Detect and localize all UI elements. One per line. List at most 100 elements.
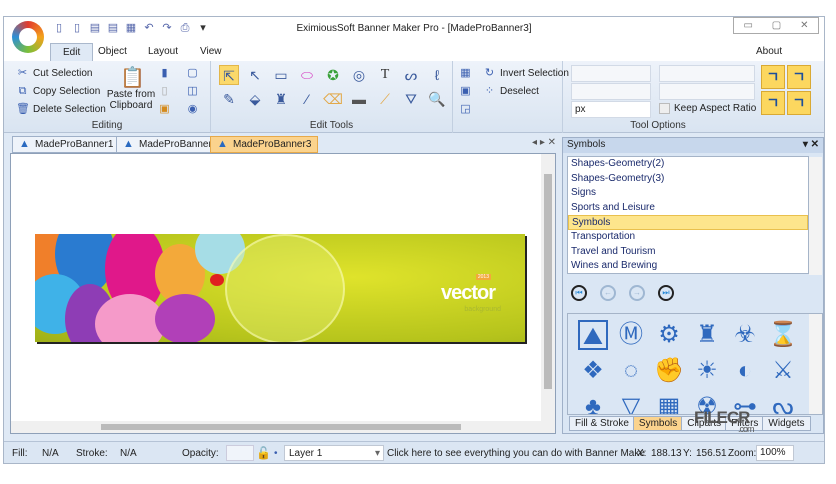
first-page-icon[interactable]: ⏮ <box>571 285 587 301</box>
align-bottom-right-icon[interactable]: ㄱ <box>787 91 811 115</box>
gradient-tool-icon[interactable]: ▬ <box>349 89 369 109</box>
maximize-button[interactable]: ▢ <box>772 18 781 33</box>
last-page-icon[interactable]: ⏭ <box>658 285 674 301</box>
symbol-sword-icon[interactable]: ⚔ <box>768 356 798 386</box>
select-same-icon[interactable]: ▣ <box>459 85 472 98</box>
star-tool-icon[interactable]: ✪ <box>323 65 343 85</box>
symbol-fist-icon[interactable]: ✊ <box>654 356 684 386</box>
tab-object[interactable]: Object <box>86 43 139 61</box>
select-options-icon[interactable]: ◲ <box>459 103 472 116</box>
tab-fill-stroke[interactable]: Fill & Stroke <box>569 416 635 431</box>
copy-selection-button[interactable]: ⧉ Copy Selection <box>16 85 101 98</box>
symbol-ball-icon[interactable]: ◐ <box>730 356 760 386</box>
ellipse-tool-icon[interactable]: ⬭ <box>297 65 317 85</box>
category-item[interactable]: Shapes-Geometry(2) <box>568 157 808 172</box>
connector-tool-icon[interactable]: ⛛ <box>401 89 421 109</box>
measure-tool-icon[interactable]: ⟋ <box>375 89 395 109</box>
canvas-area[interactable]: vector 2013 background <box>10 153 556 434</box>
symbol-glass-icon[interactable]: ▽ <box>616 392 646 414</box>
symbol-dotted-circle-icon[interactable]: ◌ <box>616 356 646 386</box>
camera-icon[interactable]: ◉ <box>186 103 199 116</box>
x-spinner[interactable] <box>659 65 755 82</box>
tab-symbols[interactable]: Symbols <box>632 416 684 431</box>
paint-bucket-icon[interactable]: ⬙ <box>245 89 265 109</box>
canvas-horizontal-scrollbar[interactable] <box>11 421 543 433</box>
spiral-tool-icon[interactable]: ◎ <box>349 65 369 85</box>
eraser-icon[interactable]: ⌫ <box>323 89 343 109</box>
layer-select[interactable]: Layer 1 ▾ <box>284 445 384 461</box>
paste-options-icon[interactable]: ▣ <box>158 103 171 116</box>
paste-special-icon[interactable]: ▮ <box>158 67 171 80</box>
tab-widgets[interactable]: Widgets <box>762 416 811 431</box>
doc-tabs-nav-close-icon[interactable]: ◂ ▸ ✕ <box>532 137 556 148</box>
lock-icon[interactable]: 🔓 <box>256 446 271 460</box>
category-list[interactable]: Shapes-Geometry(2) Shapes-Geometry(3) Si… <box>567 156 822 275</box>
panel-menu-close-icon[interactable]: ▾ ✕ <box>803 139 819 150</box>
paste-button[interactable]: 📋 Paste from Clipboard <box>106 67 156 111</box>
duplicate-icon[interactable]: ▢ <box>186 67 199 80</box>
width-spinner[interactable] <box>571 65 651 82</box>
scroll-thumb[interactable] <box>101 424 461 430</box>
symbol-hourglass-icon[interactable]: ⌛ <box>768 320 798 350</box>
about-link[interactable]: About <box>744 43 794 61</box>
select-tool-icon[interactable]: ⇱ <box>219 65 239 85</box>
clone-icon[interactable]: ◫ <box>186 85 199 98</box>
category-item-selected[interactable]: Symbols <box>568 215 808 230</box>
list-scrollbar[interactable] <box>809 157 822 275</box>
rectangle-tool-icon[interactable]: ▭ <box>271 65 291 85</box>
doc-tab-active[interactable]: ▲ MadeProBanner3 <box>210 136 319 153</box>
symbol-biohazard-icon[interactable]: ☣ <box>730 320 760 350</box>
symbol-sun-icon[interactable]: ☀ <box>692 356 722 386</box>
symbol-checker-icon[interactable]: ▦ <box>654 392 684 414</box>
symbol-swirl-icon[interactable]: ᔓ <box>768 392 798 414</box>
unit-select[interactable]: px <box>571 101 651 118</box>
align-top-left-icon[interactable]: ㄱ <box>761 65 785 89</box>
prev-page-icon[interactable]: ← <box>600 285 616 301</box>
next-page-icon[interactable]: → <box>629 285 645 301</box>
scroll-thumb[interactable] <box>544 174 552 389</box>
symbol-machine-icon[interactable]: ♜ <box>692 320 722 350</box>
dropper-icon[interactable]: ⁄ <box>297 89 317 109</box>
symbol-splash-icon[interactable]: ♣ <box>578 392 608 414</box>
y-spinner[interactable] <box>659 83 755 100</box>
calligraphy-tool-icon[interactable]: ℓ <box>427 65 447 85</box>
spray-tool-icon[interactable]: ♜ <box>271 89 291 109</box>
zoom-input[interactable]: 100% <box>756 445 794 461</box>
opacity-spinner[interactable] <box>226 445 254 461</box>
symbol-mountain-circle-icon[interactable]: Ⓜ <box>616 320 646 350</box>
canvas-vertical-scrollbar[interactable] <box>541 154 555 433</box>
tab-view[interactable]: View <box>188 43 234 61</box>
symbol-landscape-icon[interactable]: ⛰ <box>578 320 608 350</box>
category-item[interactable]: Travel and Tourism <box>568 245 808 260</box>
category-item[interactable]: Signs <box>568 186 808 201</box>
zoom-tool-icon[interactable]: 🔍 <box>427 89 447 109</box>
text-tool-icon[interactable]: T <box>375 65 395 85</box>
node-edit-tool-icon[interactable]: ↖ <box>245 65 265 85</box>
pen-tool-icon[interactable]: ᔕ <box>401 65 421 85</box>
category-item[interactable]: Wines and Brewing <box>568 259 808 274</box>
cut-selection-button[interactable]: ✂ Cut Selection <box>16 67 93 80</box>
delete-selection-button[interactable]: 🗑 Delete Selection <box>16 103 106 116</box>
close-button[interactable]: ✕ <box>800 18 808 33</box>
tab-layout[interactable]: Layout <box>136 43 190 61</box>
invert-selection-button[interactable]: ↻ Invert Selection <box>483 67 569 80</box>
height-spinner[interactable] <box>571 83 651 100</box>
align-bottom-left-icon[interactable]: ㄱ <box>761 91 785 115</box>
grid-scrollbar[interactable] <box>809 314 822 414</box>
hint-link[interactable]: Click here to see everything you can do … <box>387 448 645 459</box>
tweak-tool-icon[interactable]: ✎ <box>219 89 239 109</box>
symbol-diamonds-icon[interactable]: ❖ <box>578 356 608 386</box>
align-top-right-icon[interactable]: ㄱ <box>787 65 811 89</box>
select-all-icon[interactable]: ▦ <box>459 67 472 80</box>
doc-tab[interactable]: ▲ MadeProBanner1 <box>12 136 121 153</box>
category-item[interactable]: Shapes-Geometry(3) <box>568 172 808 187</box>
checkbox-box[interactable] <box>659 103 670 114</box>
category-item[interactable]: Sports and Leisure <box>568 201 808 216</box>
doc-tab[interactable]: ▲ MadeProBanner2 <box>116 136 225 153</box>
deselect-button[interactable]: ⁘ Deselect <box>483 85 539 98</box>
category-item[interactable]: Transportation <box>568 230 808 245</box>
symbol-gear-icon[interactable]: ⚙ <box>654 320 684 350</box>
minimize-button[interactable]: ▭ <box>743 18 752 33</box>
keep-aspect-checkbox[interactable]: Keep Aspect Ratio <box>659 103 756 114</box>
app-logo[interactable] <box>12 21 44 53</box>
